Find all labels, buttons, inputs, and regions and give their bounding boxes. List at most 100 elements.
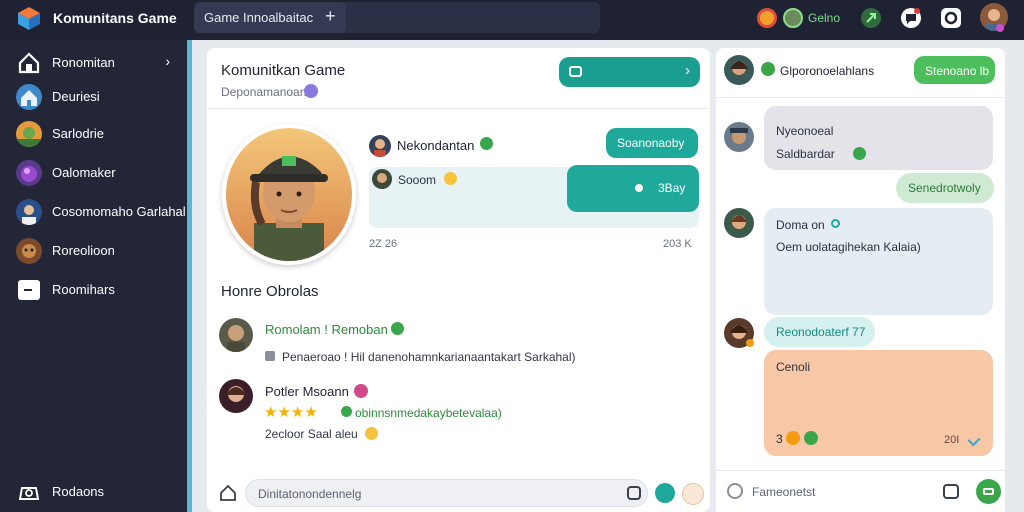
home-icon[interactable] xyxy=(219,484,237,502)
notification-dot xyxy=(914,8,920,14)
sidebar-item-roomihars[interactable]: Roomihars xyxy=(16,277,184,303)
message-text: Oem uolatagihekan Kalaia) xyxy=(776,240,921,254)
page-subtitle: Deponamanoan xyxy=(221,85,307,99)
chat-avatar-small[interactable] xyxy=(372,169,392,189)
status-text: Gelno xyxy=(808,11,841,25)
sidebar-item-oalomaker[interactable]: Oalomaker xyxy=(16,160,184,186)
sidebar-item-cosomomaho[interactable]: Cosomomaho Garlahal xyxy=(16,199,186,225)
sidebar-item-ronomitan[interactable]: Ronomitan › xyxy=(16,50,184,76)
page-title: Komunitkan Game xyxy=(221,62,346,79)
message-text: Nyeonoeal xyxy=(776,124,834,138)
add-icon[interactable] xyxy=(727,483,743,499)
sidebar-footer-label: Rodaons xyxy=(52,484,105,499)
tab-strip: Game Innoalbaitac + xyxy=(194,2,600,33)
user-avatar-small-icon[interactable] xyxy=(783,8,803,28)
heart-icon xyxy=(354,384,368,398)
chat-time-right: 203 K xyxy=(663,238,692,250)
post-footer: 2ecloor Saal aleu xyxy=(265,427,358,441)
message-bubble-teal: Reonodoaterf 77 xyxy=(764,317,875,347)
sidebar xyxy=(0,40,188,512)
house-avatar-icon xyxy=(16,84,42,110)
emoji-icon xyxy=(804,431,818,445)
sent-message-text: Soanonaoby xyxy=(617,136,685,150)
section-title: Honre Obrolas xyxy=(221,283,319,300)
tab-label: Game Innoalbaitac xyxy=(204,10,314,25)
sidebar-item-label: Ronomitan xyxy=(52,55,115,70)
message-text: Senedrotwoly xyxy=(908,181,981,195)
verified-icon xyxy=(761,62,775,76)
sidebar-item-deuriesi[interactable]: Deuriesi xyxy=(16,84,184,110)
post-text: obinnsnmedakaybetevalaa) xyxy=(355,406,502,420)
message-avatar[interactable] xyxy=(724,208,754,238)
sidebar-item-label: Roreolioon xyxy=(52,243,115,258)
hero-avatar[interactable] xyxy=(222,124,356,265)
emoji-icon xyxy=(853,147,866,160)
main-panel: Komunitkan Game Deponamanoan › xyxy=(207,48,710,512)
conversation-avatar[interactable] xyxy=(724,55,754,85)
comment-icon xyxy=(265,351,275,361)
message-bubble-sent: Senedrotwoly xyxy=(896,173,994,203)
message-text: Reonodoaterf 77 xyxy=(776,325,866,339)
sent-message-bubble[interactable]: Soanonaoby xyxy=(606,128,698,158)
heart-outline-icon xyxy=(831,219,840,228)
sidebar-item-label: Roomihars xyxy=(52,282,115,297)
sidebar-item-label: Deuriesi xyxy=(52,89,100,104)
chat-icon[interactable] xyxy=(941,8,961,28)
right-input-placeholder[interactable]: Fameonetst xyxy=(752,485,815,499)
sidebar-scrollbar[interactable] xyxy=(187,40,192,512)
chevron-right-icon: › xyxy=(165,53,170,69)
send-button[interactable] xyxy=(976,479,1001,504)
sidebar-item-label: Oalomaker xyxy=(52,165,116,180)
received-message-text: Sooom xyxy=(398,173,437,187)
emoji-picker-icon[interactable] xyxy=(627,486,641,500)
emoji-icon xyxy=(786,431,800,445)
verified-icon xyxy=(480,137,493,150)
message-text: Cenoli xyxy=(776,360,811,374)
message-input[interactable]: Dinitatonondennelg xyxy=(245,479,648,507)
new-tab-icon[interactable]: + xyxy=(325,6,336,27)
right-panel-action-button[interactable]: Stenoano lb xyxy=(914,56,995,84)
post-avatar[interactable] xyxy=(219,379,253,413)
message-footer-right: 20I xyxy=(944,434,960,446)
coin-icon[interactable] xyxy=(757,8,777,28)
chat-time-left: 2Z 26 xyxy=(369,238,398,250)
card-icon xyxy=(18,280,40,300)
orb-avatar-icon xyxy=(16,160,42,186)
leaf-icon[interactable] xyxy=(861,8,881,28)
post-author[interactable]: Potler Msoann xyxy=(265,384,349,399)
badge-icon xyxy=(391,322,404,335)
post-avatar[interactable] xyxy=(219,318,253,352)
message-footer-left: 3 xyxy=(776,432,783,446)
message-avatar[interactable] xyxy=(724,122,754,152)
tab-active[interactable]: Game Innoalbaitac + xyxy=(194,2,346,33)
sidebar-item-sarlodrie[interactable]: Sarlodrie xyxy=(16,121,184,147)
post-text: Penaeroao ! Hil danenohamnkarianaantakar… xyxy=(282,350,576,364)
header-action-button[interactable]: › xyxy=(559,57,700,87)
divider xyxy=(208,108,708,109)
message-input-placeholder: Dinitatonondennelg xyxy=(258,487,362,501)
chat-avatar[interactable] xyxy=(369,135,391,157)
post-author[interactable]: Romolam ! Remoban xyxy=(265,322,388,337)
chat-contact-name: Nekondantan xyxy=(397,138,475,153)
teal-block-text: 3Bay xyxy=(658,181,686,195)
coin-icon xyxy=(341,406,352,417)
attach-icon[interactable] xyxy=(655,483,675,503)
sidebar-item-roreolioon[interactable]: Roreolioon xyxy=(16,238,184,264)
controller-icon xyxy=(18,487,40,500)
emoji-icon xyxy=(365,427,378,440)
chevron-right-icon: › xyxy=(685,62,690,79)
sidebar-footer-item[interactable]: Rodaons xyxy=(16,479,184,505)
sticker-icon[interactable] xyxy=(682,483,704,505)
status-dot xyxy=(746,339,754,347)
creature-avatar-icon xyxy=(16,238,42,264)
teal-message-block[interactable]: 3Bay xyxy=(567,165,699,212)
message-text: Saldbardar xyxy=(776,147,835,161)
app-logo-icon xyxy=(18,7,40,30)
online-dot xyxy=(996,24,1004,32)
home-icon xyxy=(18,52,40,74)
camera-icon[interactable] xyxy=(943,484,959,499)
sidebar-item-label: Cosomomaho Garlahal xyxy=(52,204,186,219)
landscape-avatar-icon xyxy=(16,121,42,147)
share-icon xyxy=(635,184,643,192)
emoji-icon xyxy=(444,172,457,185)
